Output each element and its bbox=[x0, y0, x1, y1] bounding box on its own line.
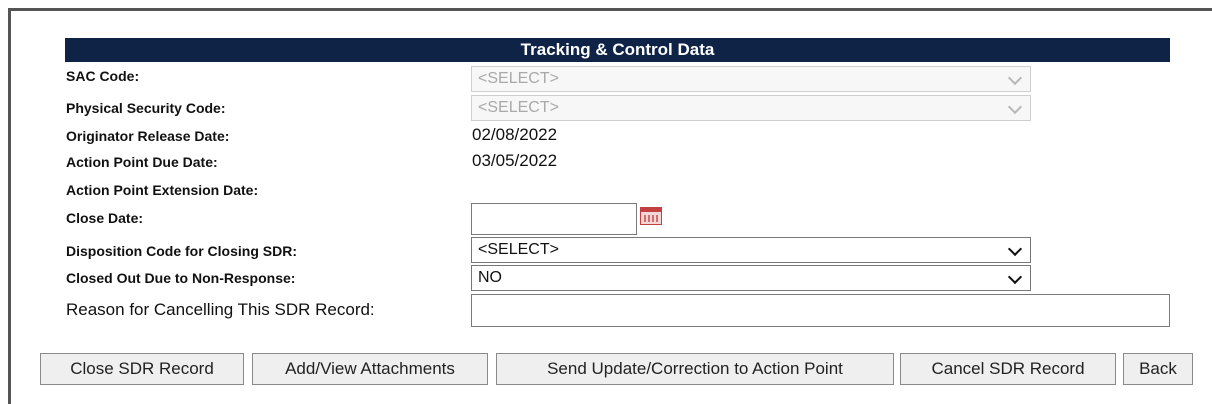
disposition-code-label: Disposition Code for Closing SDR: bbox=[66, 243, 297, 259]
sac-code-value: <SELECT> bbox=[478, 70, 559, 87]
reason-for-cancelling-input[interactable] bbox=[471, 294, 1170, 327]
action-point-extension-date-label: Action Point Extension Date: bbox=[66, 182, 259, 198]
close-sdr-record-button[interactable]: Close SDR Record bbox=[40, 353, 244, 385]
section-header: Tracking & Control Data bbox=[65, 38, 1170, 62]
send-update-correction-button[interactable]: Send Update/Correction to Action Point bbox=[496, 353, 894, 385]
cancel-sdr-record-button[interactable]: Cancel SDR Record bbox=[900, 353, 1116, 385]
physical-security-code-label: Physical Security Code: bbox=[66, 100, 226, 116]
chevron-down-icon bbox=[1007, 99, 1023, 115]
sac-code-label: SAC Code: bbox=[66, 68, 140, 84]
calendar-icon[interactable] bbox=[640, 207, 662, 225]
close-date-label: Close Date: bbox=[66, 210, 144, 226]
reason-for-cancelling-label: Reason for Cancelling This SDR Record: bbox=[66, 300, 375, 319]
chevron-down-icon bbox=[1007, 70, 1023, 86]
window-frame-left bbox=[8, 8, 11, 404]
action-point-due-date-value: 03/05/2022 bbox=[472, 151, 558, 170]
disposition-code-value: <SELECT> bbox=[478, 241, 559, 258]
physical-security-code-value: <SELECT> bbox=[478, 99, 559, 116]
originator-release-date-label: Originator Release Date: bbox=[66, 128, 230, 144]
chevron-down-icon bbox=[1007, 241, 1023, 257]
closed-out-non-response-select[interactable]: NO bbox=[471, 265, 1031, 291]
add-view-attachments-button[interactable]: Add/View Attachments bbox=[252, 353, 488, 385]
back-button[interactable]: Back bbox=[1123, 353, 1193, 385]
disposition-code-select[interactable]: <SELECT> bbox=[471, 237, 1031, 263]
originator-release-date-value: 02/08/2022 bbox=[472, 125, 558, 144]
physical-security-code-select[interactable]: <SELECT> bbox=[471, 95, 1031, 121]
close-date-input[interactable] bbox=[471, 203, 637, 235]
closed-out-non-response-value: NO bbox=[478, 269, 502, 286]
chevron-down-icon bbox=[1007, 269, 1023, 285]
closed-out-non-response-label: Closed Out Due to Non-Response: bbox=[66, 270, 296, 286]
action-point-due-date-label: Action Point Due Date: bbox=[66, 154, 218, 170]
window-frame-top bbox=[8, 8, 1212, 11]
sac-code-select[interactable]: <SELECT> bbox=[471, 66, 1031, 92]
